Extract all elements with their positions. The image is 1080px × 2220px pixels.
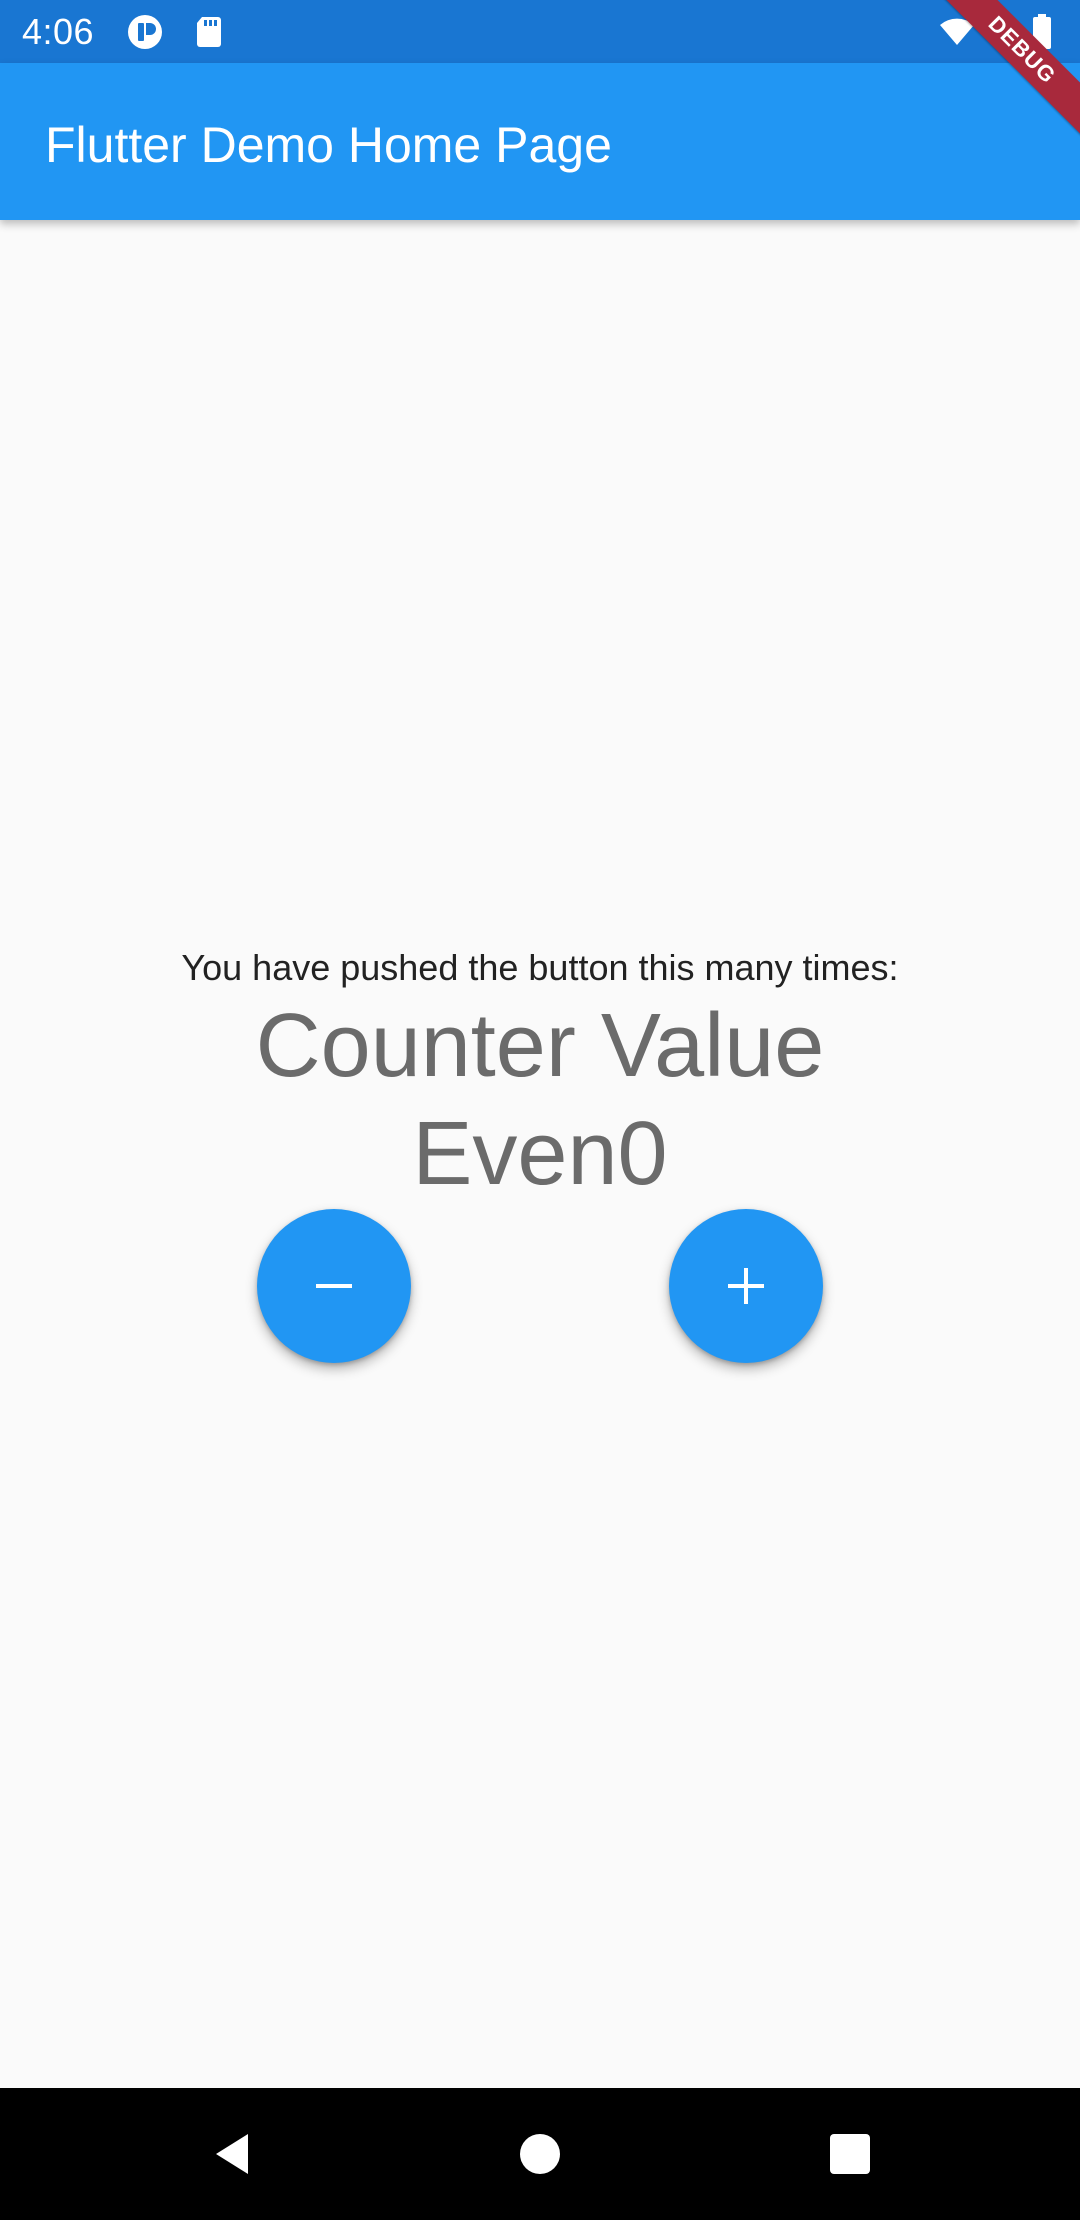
- recents-icon: [830, 2134, 870, 2174]
- back-button[interactable]: [204, 2124, 264, 2184]
- page-title: Flutter Demo Home Page: [45, 117, 612, 173]
- sd-card-icon: [190, 13, 228, 51]
- status-bar: 4:06: [0, 0, 1080, 63]
- app-bar: Flutter Demo Home Page: [0, 63, 1080, 220]
- home-button[interactable]: [510, 2124, 570, 2184]
- minus-icon: [316, 1284, 352, 1288]
- counter-value: Even0: [412, 1104, 668, 1204]
- counter-label: Counter Value: [255, 996, 825, 1096]
- status-time: 4:06: [22, 11, 95, 52]
- app-screen: 4:06 DEBUG Flutter Demo Home Page You ha…: [0, 0, 1080, 2220]
- counter-prompt: You have pushed the button this many tim…: [181, 947, 899, 988]
- increment-button[interactable]: [669, 1209, 823, 1363]
- navigation-bar: [0, 2088, 1080, 2220]
- decrement-button[interactable]: [257, 1209, 411, 1363]
- plus-icon: [728, 1268, 764, 1304]
- main-content: You have pushed the button this many tim…: [0, 220, 1080, 2088]
- app-notification-icon: [126, 13, 164, 51]
- home-icon: [520, 2134, 560, 2174]
- recents-button[interactable]: [820, 2124, 880, 2184]
- back-icon: [216, 2134, 248, 2174]
